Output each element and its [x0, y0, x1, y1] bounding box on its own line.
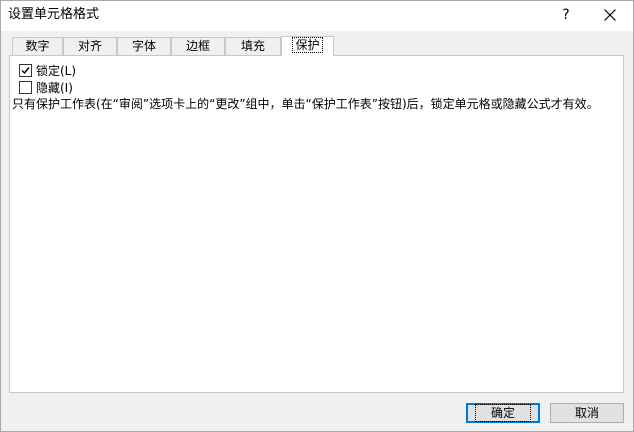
ok-button-label: 确定 — [474, 404, 532, 422]
tab-fill[interactable]: 填充 — [225, 37, 281, 55]
dialog-title: 设置单元格格式 — [8, 7, 100, 22]
checkmark-icon — [21, 67, 30, 75]
help-button[interactable]: ? — [546, 1, 586, 31]
tab-label: 对齐 — [77, 39, 102, 53]
locked-label: 锁定(L) — [36, 64, 77, 78]
tab-number[interactable]: 数字 — [12, 37, 63, 55]
format-cells-dialog: 设置单元格格式 ? 数字 对齐 字体 边框 填充 保护 锁定(L) 隐藏(I) … — [0, 0, 634, 432]
protection-description: 只有保护工作表(在“审阅”选项卡上的“更改”组中，单击“保护工作表”按钮)后，锁… — [12, 97, 599, 111]
locked-checkbox[interactable] — [19, 64, 32, 77]
cancel-button[interactable]: 取消 — [550, 403, 624, 423]
close-button[interactable] — [589, 1, 633, 31]
cancel-button-label: 取消 — [574, 406, 599, 420]
close-icon — [604, 9, 616, 21]
hidden-checkbox[interactable] — [19, 81, 32, 94]
tab-alignment[interactable]: 对齐 — [63, 37, 117, 55]
tab-label: 保护 — [292, 37, 323, 53]
tab-font[interactable]: 字体 — [117, 37, 171, 55]
tab-label: 字体 — [131, 39, 156, 53]
protection-panel: 锁定(L) 隐藏(I) 只有保护工作表(在“审阅”选项卡上的“更改”组中，单击“… — [9, 55, 624, 393]
tab-label: 填充 — [240, 39, 265, 53]
tab-label: 数字 — [25, 39, 50, 53]
tab-label: 边框 — [185, 39, 210, 53]
title-bar[interactable]: 设置单元格格式 ? — [1, 1, 633, 31]
hidden-label: 隐藏(I) — [36, 81, 73, 95]
tab-protection[interactable]: 保护 — [281, 36, 334, 56]
tab-border[interactable]: 边框 — [171, 37, 225, 55]
ok-button[interactable]: 确定 — [466, 403, 540, 423]
